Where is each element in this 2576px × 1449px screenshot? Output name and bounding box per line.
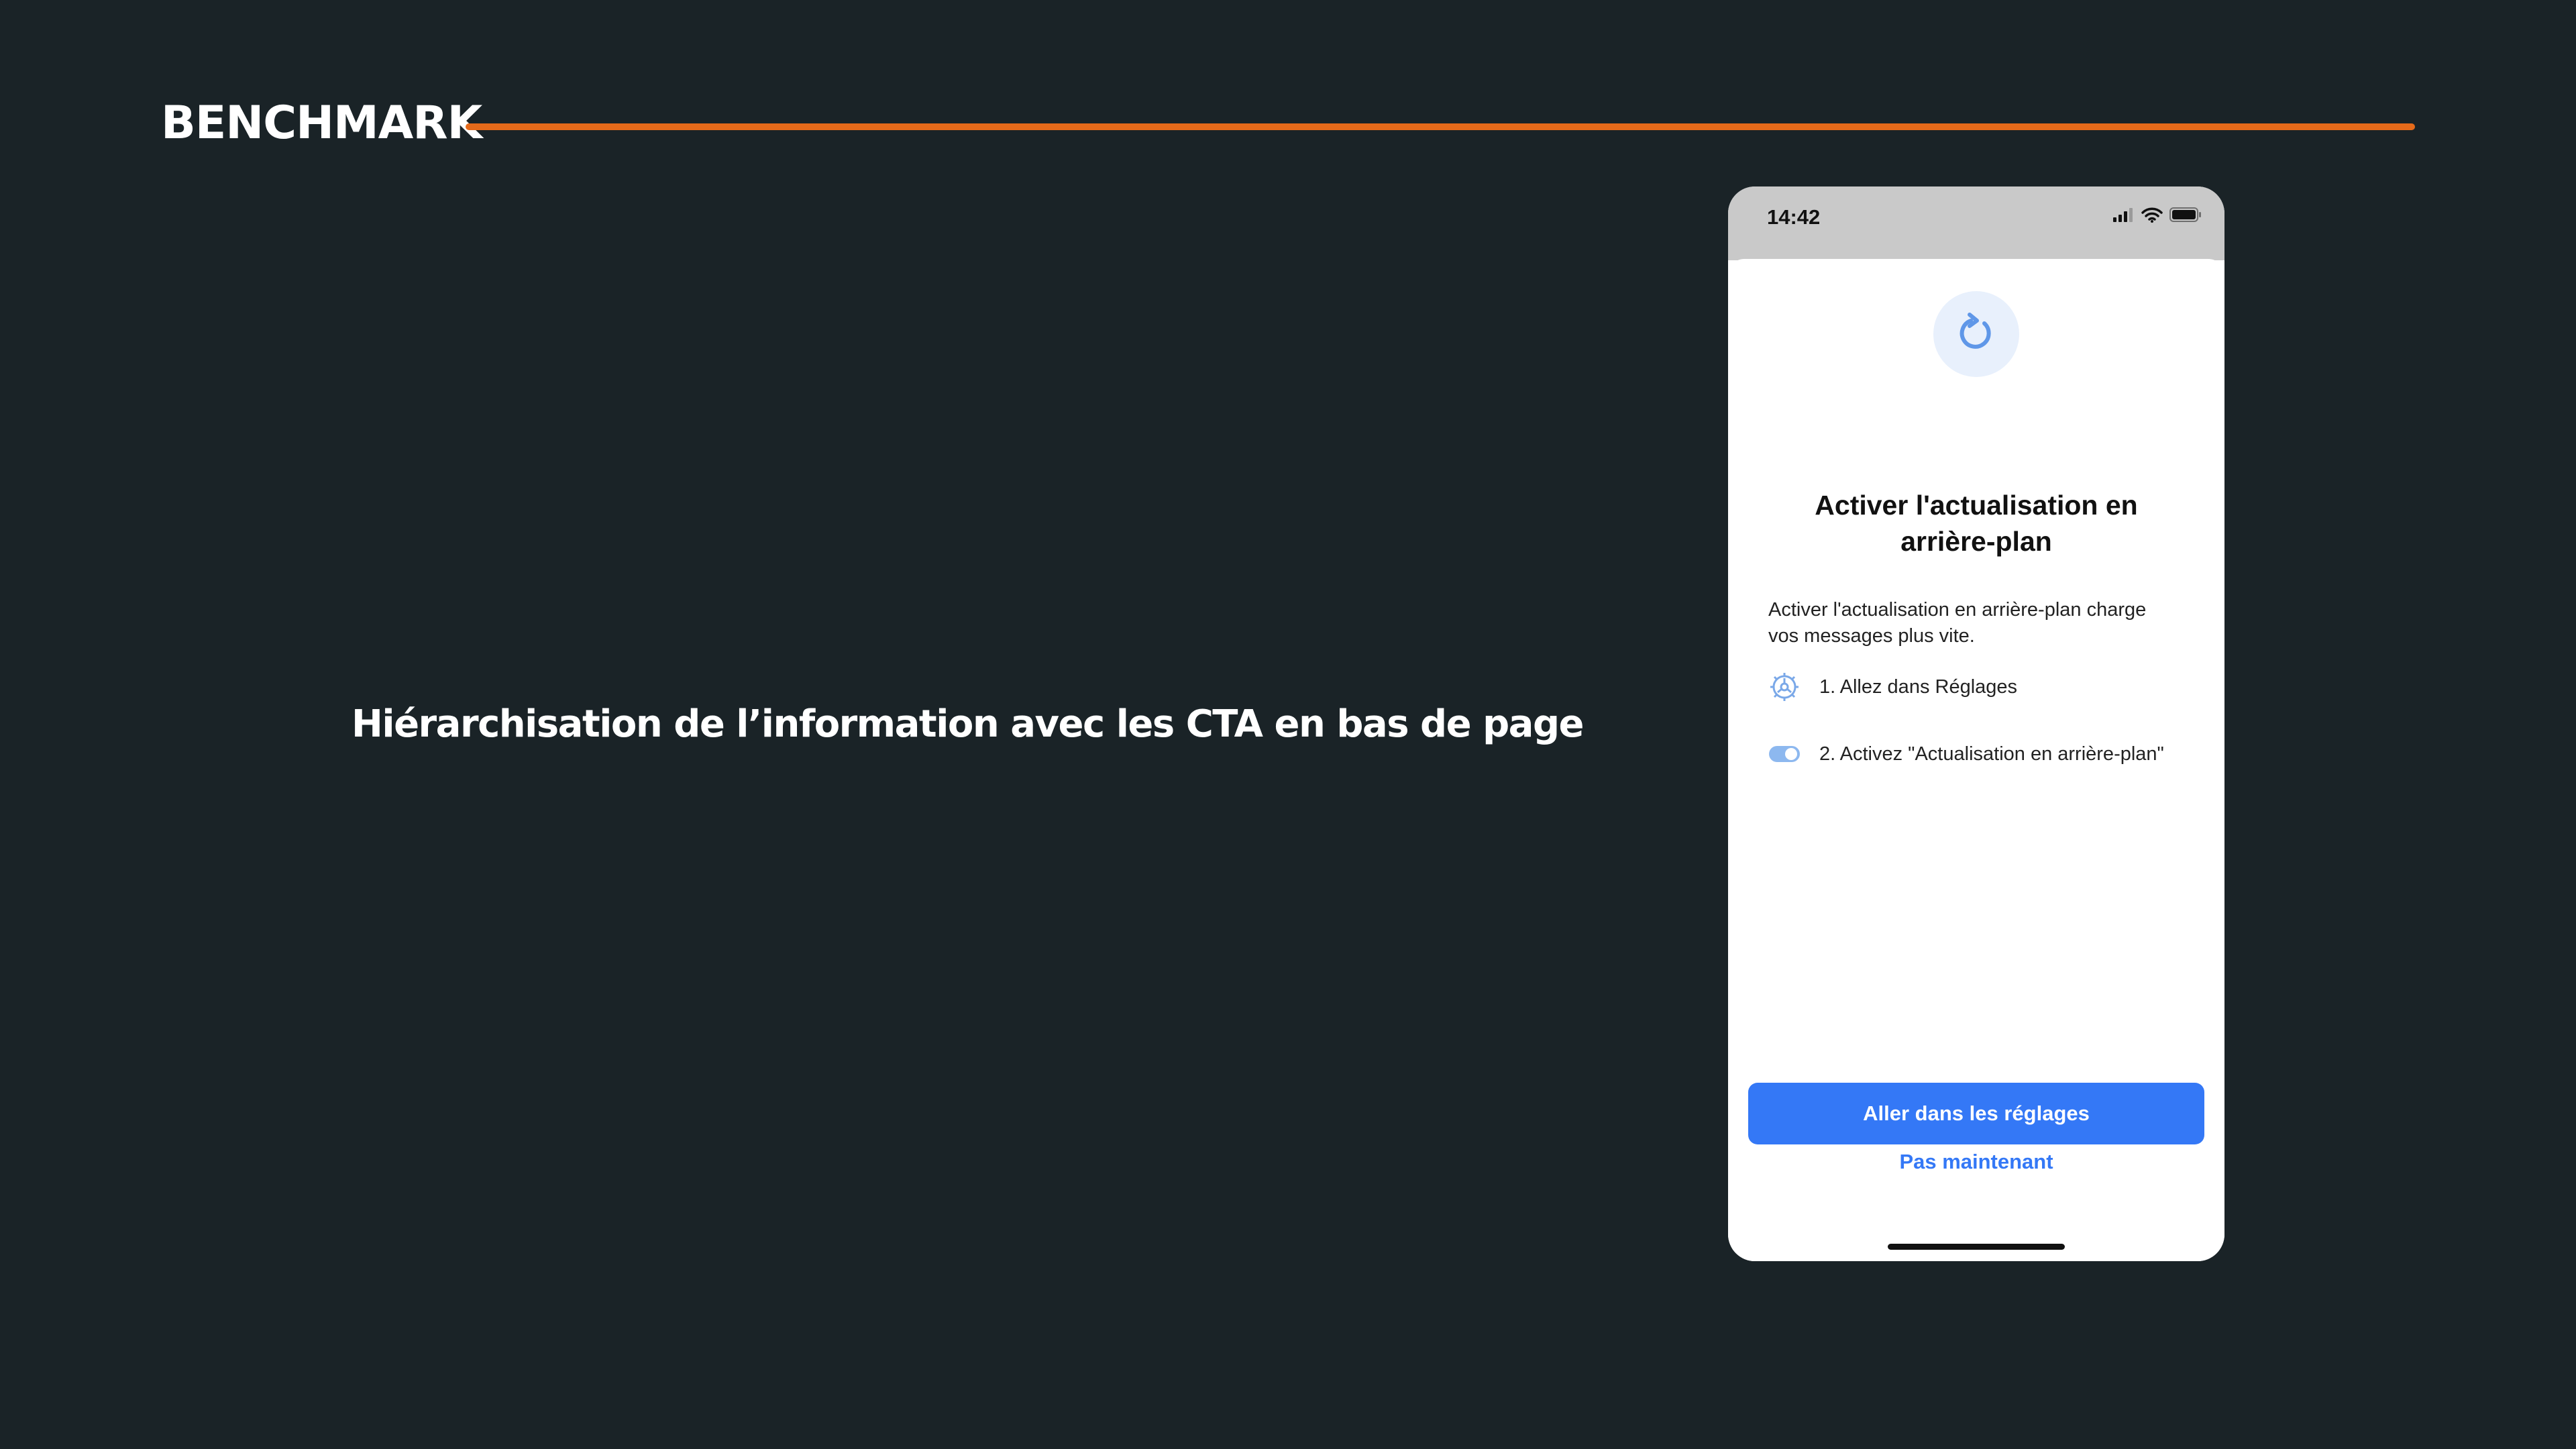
gear-icon [1768, 671, 1801, 703]
wifi-icon [2141, 207, 2163, 226]
refresh-icon [1955, 311, 1998, 358]
status-icons [2113, 207, 2202, 226]
not-now-button[interactable]: Pas maintenant [1842, 1143, 2110, 1181]
step-toggle: 2. Activez "Actualisation en arrière-pla… [1768, 738, 2211, 770]
go-to-settings-button[interactable]: Aller dans les réglages [1748, 1083, 2204, 1144]
phone-mockup: 14:42 Activer l'actualisation en arrière… [1728, 186, 2224, 1261]
refresh-badge [1933, 291, 2019, 377]
modal-body: Activer l'actualisation en arrière-plan … [1768, 599, 2147, 647]
slide-caption: Hiérarchisation de l’information avec le… [352, 702, 1585, 746]
signal-icon [2113, 207, 2135, 225]
slide-title: BENCHMARK [161, 97, 482, 150]
status-bar: 14:42 [1728, 186, 2224, 260]
step-toggle-label: 2. Activez "Actualisation en arrière-pla… [1819, 743, 2164, 765]
status-time: 14:42 [1767, 205, 1821, 229]
home-indicator [1888, 1244, 2065, 1250]
step-settings-label: 1. Allez dans Réglages [1819, 676, 2018, 698]
toggle-icon [1768, 738, 1801, 770]
step-settings: 1. Allez dans Réglages [1768, 671, 2211, 703]
battery-icon [2169, 207, 2202, 226]
modal-title: Activer l'actualisation en arrière-plan [1815, 490, 2138, 557]
title-divider [466, 123, 2415, 130]
